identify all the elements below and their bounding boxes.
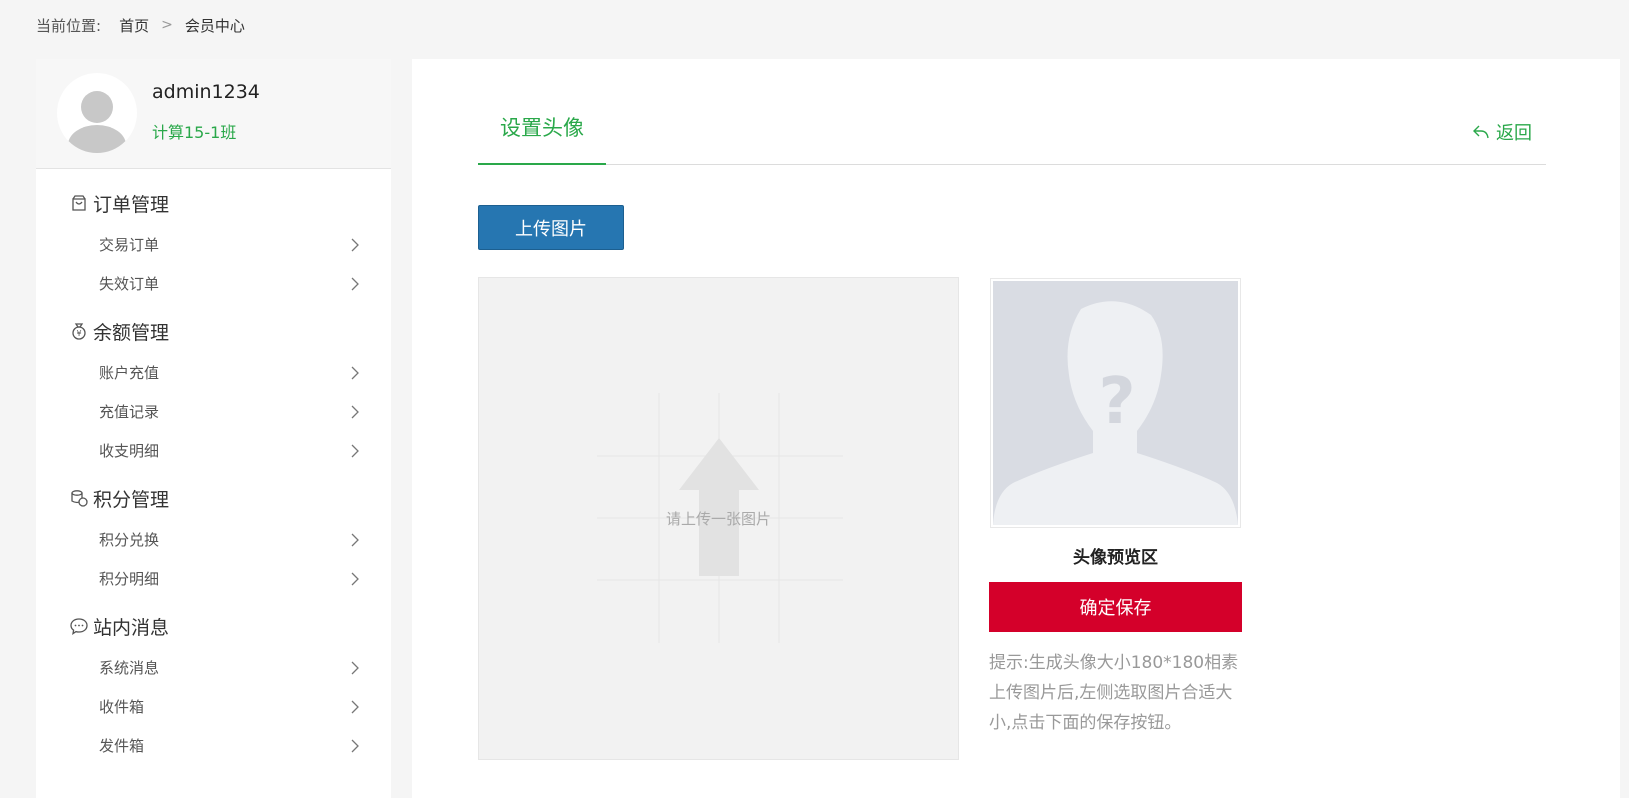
menu-group-points: 积分管理	[36, 476, 391, 520]
sidebar-item-invalid-orders[interactable]: 失效订单	[36, 264, 391, 303]
sidebar-item-label: 收件箱	[99, 698, 145, 716]
svg-text:?: ?	[1098, 365, 1135, 439]
reply-arrow-icon	[1473, 125, 1489, 139]
menu-group-orders: 订单管理	[36, 181, 391, 225]
crop-hint: 请上传一张图片	[665, 510, 771, 528]
svg-text:¥: ¥	[76, 329, 81, 338]
back-label: 返回	[1496, 123, 1532, 144]
shopping-bag-icon	[72, 195, 86, 211]
main-panel: 设置头像 返回 上传图片 请上传一张图片 ? 头像预览区 确定保存 提示:生成头…	[412, 59, 1620, 798]
breadcrumb-label: 当前位置:	[36, 16, 102, 35]
menu-group-title: 积分管理	[93, 488, 170, 511]
sidebar-item-label: 积分明细	[99, 570, 160, 588]
menu-group-title: 订单管理	[93, 193, 170, 216]
menu-group-title: 余额管理	[93, 321, 170, 344]
tab-set-avatar[interactable]: 设置头像	[478, 99, 606, 165]
sidebar-item-inbox[interactable]: 收件箱	[36, 687, 391, 726]
back-link[interactable]: 返回	[1472, 119, 1532, 145]
chevron-right-icon	[351, 700, 359, 713]
sidebar-item-label: 收支明细	[99, 442, 160, 460]
sidebar-item-label: 系统消息	[99, 659, 160, 677]
menu-group-title: 站内消息	[93, 616, 170, 639]
chevron-right-icon	[351, 533, 359, 546]
chevron-right-icon	[351, 444, 359, 457]
sidebar-item-outbox[interactable]: 发件箱	[36, 726, 391, 765]
breadcrumb-current: 会员中心	[184, 16, 245, 35]
sidebar-item-label: 充值记录	[99, 403, 160, 421]
chevron-right-icon	[351, 238, 359, 251]
sidebar-item-label: 积分兑换	[99, 531, 160, 549]
sidebar-item-points-details[interactable]: 积分明细	[36, 559, 391, 598]
chevron-right-icon	[351, 405, 359, 418]
avatar	[57, 73, 137, 153]
chevron-right-icon	[351, 661, 359, 674]
sidebar-item-system-messages[interactable]: 系统消息	[36, 648, 391, 687]
sidebar-item-label: 失效订单	[99, 275, 160, 293]
chat-bubble-icon	[70, 618, 88, 635]
sidebar-item-income-details[interactable]: 收支明细	[36, 431, 391, 470]
breadcrumb-home-link[interactable]: 首页	[119, 15, 149, 36]
money-bag-icon: ¥	[72, 323, 86, 340]
sidebar-menu: 订单管理 交易订单 失效订单 ¥ 余额管理 账户充值 充值记录 收支明细 积分管…	[36, 169, 391, 765]
coins-icon	[71, 490, 88, 507]
user-profile: admin1234 计算15-1班	[36, 59, 391, 169]
chevron-right-icon	[351, 739, 359, 752]
menu-group-messages: 站内消息	[36, 604, 391, 648]
sidebar-item-label: 账户充值	[99, 364, 160, 382]
tab-bar: 设置头像 返回	[478, 99, 1546, 165]
chevron-right-icon	[351, 277, 359, 290]
sidebar-item-recharge[interactable]: 账户充值	[36, 353, 391, 392]
save-button[interactable]: 确定保存	[989, 582, 1242, 632]
chevron-right-icon	[351, 366, 359, 379]
preview-label: 头像预览区	[1073, 548, 1158, 568]
unknown-user-icon: ?	[993, 281, 1238, 525]
user-class: 计算15-1班	[152, 123, 237, 142]
sidebar-item-trade-orders[interactable]: 交易订单	[36, 225, 391, 264]
avatar-preview: ?	[990, 278, 1241, 528]
tip-text: 提示:生成头像大小180*180相素上传图片后,左侧选取图片合适大小,点击下面的…	[989, 653, 1239, 733]
sidebar: admin1234 计算15-1班 订单管理 交易订单 失效订单 ¥ 余额管理 …	[36, 59, 391, 798]
breadcrumb-separator: >	[161, 17, 173, 33]
breadcrumb: 当前位置: 首页 > 会员中心	[36, 14, 245, 36]
sidebar-item-label: 交易订单	[99, 236, 160, 254]
sidebar-item-points-exchange[interactable]: 积分兑换	[36, 520, 391, 559]
chevron-right-icon	[351, 572, 359, 585]
menu-group-balance: ¥ 余额管理	[36, 309, 391, 353]
username: admin1234	[152, 81, 260, 103]
crop-area[interactable]: 请上传一张图片	[478, 277, 959, 760]
sidebar-item-recharge-records[interactable]: 充值记录	[36, 392, 391, 431]
sidebar-item-label: 发件箱	[99, 737, 145, 755]
upload-image-button[interactable]: 上传图片	[478, 205, 624, 250]
